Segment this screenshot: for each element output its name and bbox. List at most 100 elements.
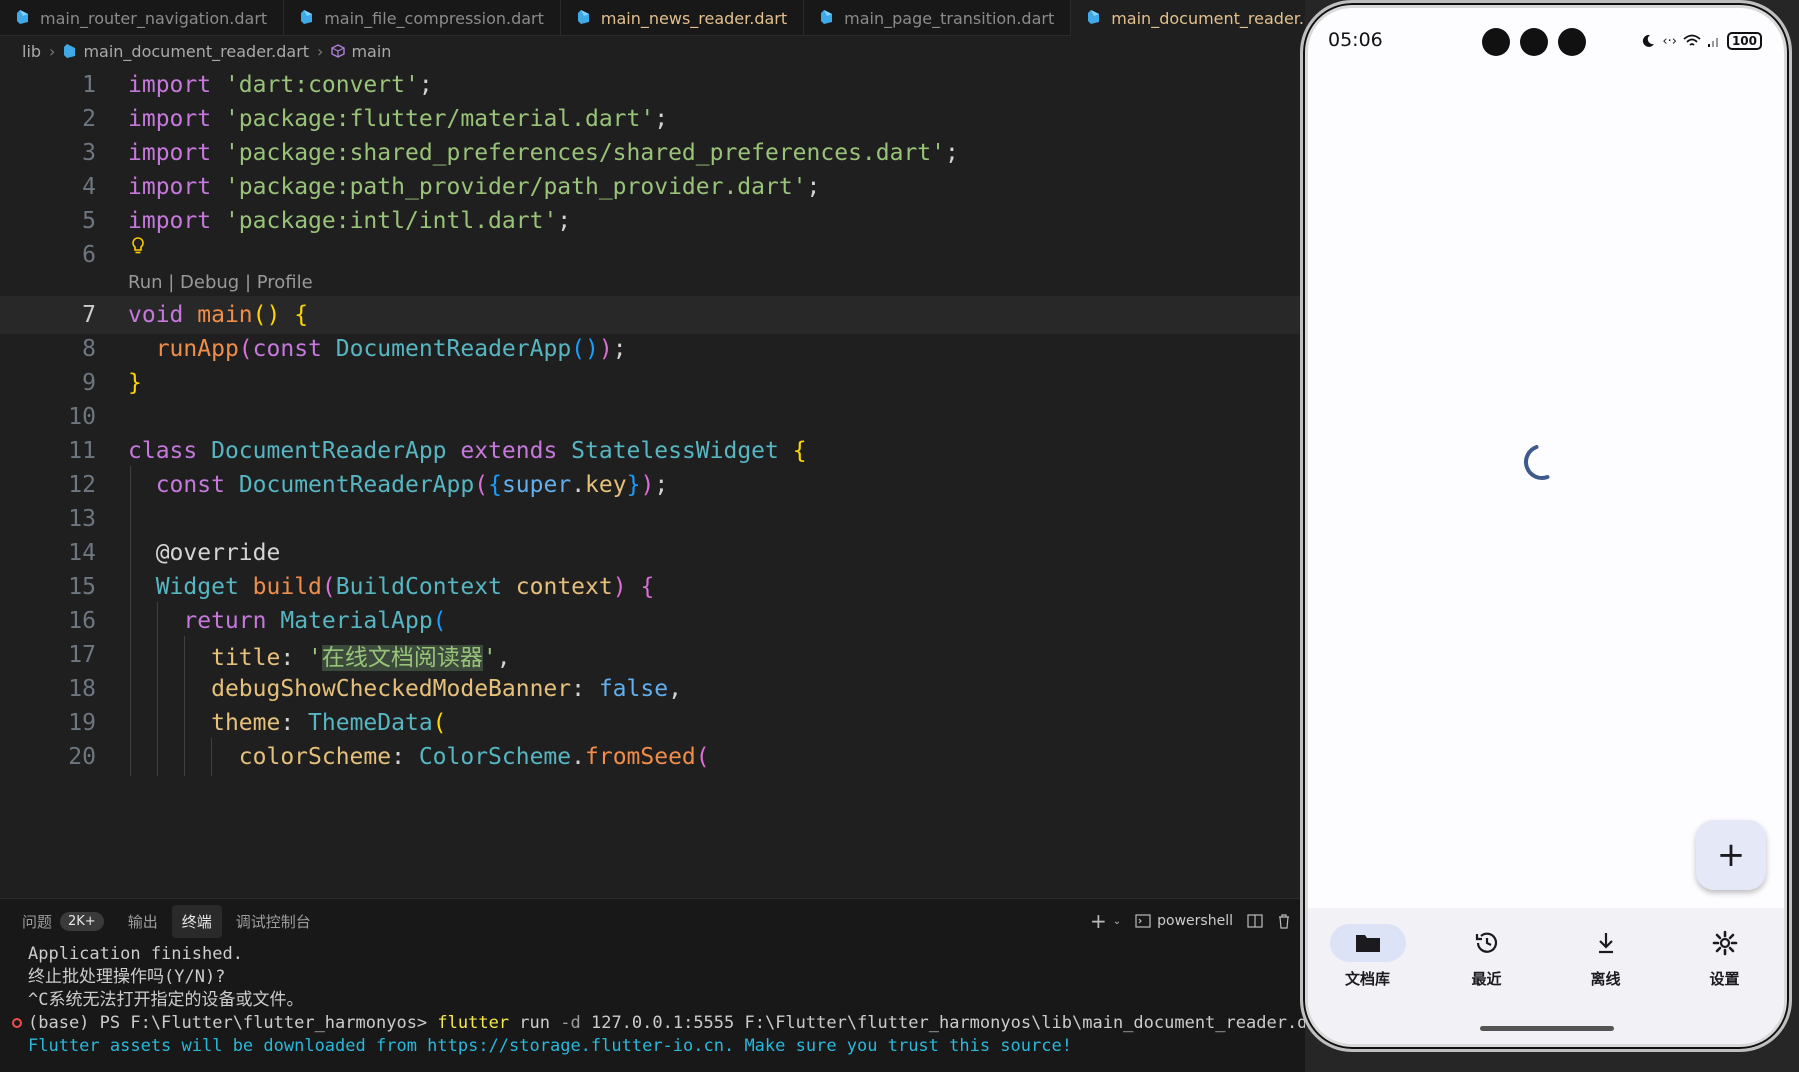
tab-label: main_news_reader.dart [600,8,788,28]
nav-item-library[interactable]: 文档库 [1318,924,1418,1044]
string-literal: 'package:intl/intl.dart' [224,208,558,234]
add-document-fab[interactable]: + [1696,820,1766,890]
class-name: ColorScheme [418,744,572,770]
string-literal: 'package:flutter/material.dart' [224,106,655,132]
breadcrumb-symbol[interactable]: main [351,42,391,61]
battery-icon: 100 [1726,32,1762,50]
function-name: fromSeed [585,744,696,770]
code-line: 1 import 'dart:convert'; [0,66,1305,104]
breadcrumb-folder[interactable]: lib [22,42,41,61]
line-number: 1 [82,72,96,98]
chevron-down-icon[interactable]: ⌄ [1113,916,1121,927]
nav-item-settings[interactable]: 设置 [1675,924,1775,1044]
nav-pill [1449,924,1525,962]
problems-count-badge: 2K+ [60,911,104,931]
line-number: 14 [68,540,96,566]
code-line: 16 return MaterialApp( [0,602,1305,640]
class-name: ThemeData [308,710,433,736]
punctuation: ( [321,574,336,600]
string-literal-selected: 在线文档阅读器 [321,645,483,671]
code-line: 17 title: '在线文档阅读器', [0,636,1305,674]
tab-main-news-reader[interactable]: main_news_reader.dart [561,0,805,36]
chevron-right-icon: › [49,41,56,61]
code-line-current: 7 void main() { [0,296,1305,334]
punctuation: ; [612,336,627,362]
tab-problems[interactable]: 问题 2K+ [12,905,114,938]
code-editor[interactable]: 1 import 'dart:convert'; 2 import 'packa… [0,66,1305,898]
punctuation: ; [654,106,669,132]
terminal-command-args: run [509,1013,561,1033]
punctuation: ) [598,336,613,362]
class-name: DocumentReaderApp [335,336,572,362]
phone-screen[interactable]: 05:06 ‹·› 100 + 文档库 最近 离线 设置 [1308,8,1784,1044]
terminal-icon [1135,914,1151,928]
punctuation: . [571,472,586,498]
line-number: 5 [82,208,96,234]
function-name: build [252,574,322,600]
punctuation: } [626,472,641,498]
nav-label: 设置 [1709,970,1740,988]
lightbulb-icon[interactable] [130,236,146,256]
punctuation: { [294,302,309,328]
nav-pill [1687,924,1763,962]
tab-label: 问题 [22,912,53,931]
punctuation: ; [654,472,669,498]
status-icons: ‹·› 100 [1640,32,1762,50]
breadcrumb-file[interactable]: main_document_reader.dart [83,42,309,61]
tab-label: main_file_compression.dart [324,8,544,28]
tab-output[interactable]: 输出 [118,905,168,938]
settings-icon [1712,930,1737,956]
tab-main-file-compression[interactable]: main_file_compression.dart [284,0,561,36]
boolean-literal: false [598,676,669,702]
string-literal: 'package:shared_preferences/shared_prefe… [224,140,946,166]
status-bar: 05:06 ‹·› 100 [1308,8,1784,72]
code-line: 6 [0,236,1305,274]
codelens-run-debug-profile[interactable]: Run | Debug | Profile [128,272,313,293]
camera-icon [1520,28,1548,56]
moon-icon [1643,34,1655,47]
terminal-output[interactable]: Application finished. 终止批处理操作吗(Y/N)? ^C系… [0,943,1338,1058]
function-name: main [197,302,253,328]
punctuation: : [571,676,599,702]
code-line: 11 class DocumentReaderApp extends State… [0,432,1305,470]
split-terminal-icon[interactable] [1247,914,1263,928]
keyword: const [155,472,225,498]
history-icon [1475,932,1497,953]
tab-label: 终端 [181,912,212,931]
code-line: 13 [0,500,1305,538]
loading-spinner [1524,444,1550,480]
keyword: return [183,608,267,634]
punctuation: , [496,645,511,671]
line-number: 16 [68,608,96,634]
dart-file-icon [577,10,589,24]
camera-icon [1482,28,1510,56]
home-indicator[interactable] [1480,1026,1614,1031]
keyword: import [128,106,212,132]
code-line: 2 import 'package:flutter/material.dart'… [0,100,1305,138]
new-terminal-button[interactable]: + [1090,909,1107,933]
trash-icon[interactable] [1277,913,1291,929]
code-line: 3 import 'package:shared_preferences/sha… [0,134,1305,172]
terminal-shell-name[interactable]: powershell [1157,913,1233,929]
punctuation: () [571,336,599,362]
property-name: debugShowCheckedModeBanner [211,676,572,702]
punctuation: } [128,370,142,396]
tab-debug-console[interactable]: 调试控制台 [226,905,321,938]
tab-main-router-navigation[interactable]: main_router_navigation.dart [0,0,285,36]
code-line: 5 import 'package:intl/intl.dart'; [0,202,1305,240]
punctuation: ( [432,710,447,736]
editor-tab-bar: main_router_navigation.dart main_file_co… [0,0,1380,36]
punctuation: ; [806,174,821,200]
dart-file-icon [1088,10,1100,24]
line-number: 20 [68,744,96,770]
line-number: 11 [68,438,96,464]
tab-main-page-transition[interactable]: main_page_transition.dart [804,0,1072,36]
nav-label: 离线 [1590,970,1621,988]
bottom-navigation-bar: 文档库 最近 离线 设置 [1308,908,1784,1044]
keyword: void [128,302,184,328]
tab-terminal[interactable]: 终端 [171,904,222,938]
folder-icon [1355,935,1380,952]
terminal-line: Flutter assets will be downloaded from h… [28,1036,1072,1056]
terminal-prompt: (base) PS F:\Flutter\flutter_harmonyos> [28,1013,438,1033]
punctuation: ; [945,140,959,166]
